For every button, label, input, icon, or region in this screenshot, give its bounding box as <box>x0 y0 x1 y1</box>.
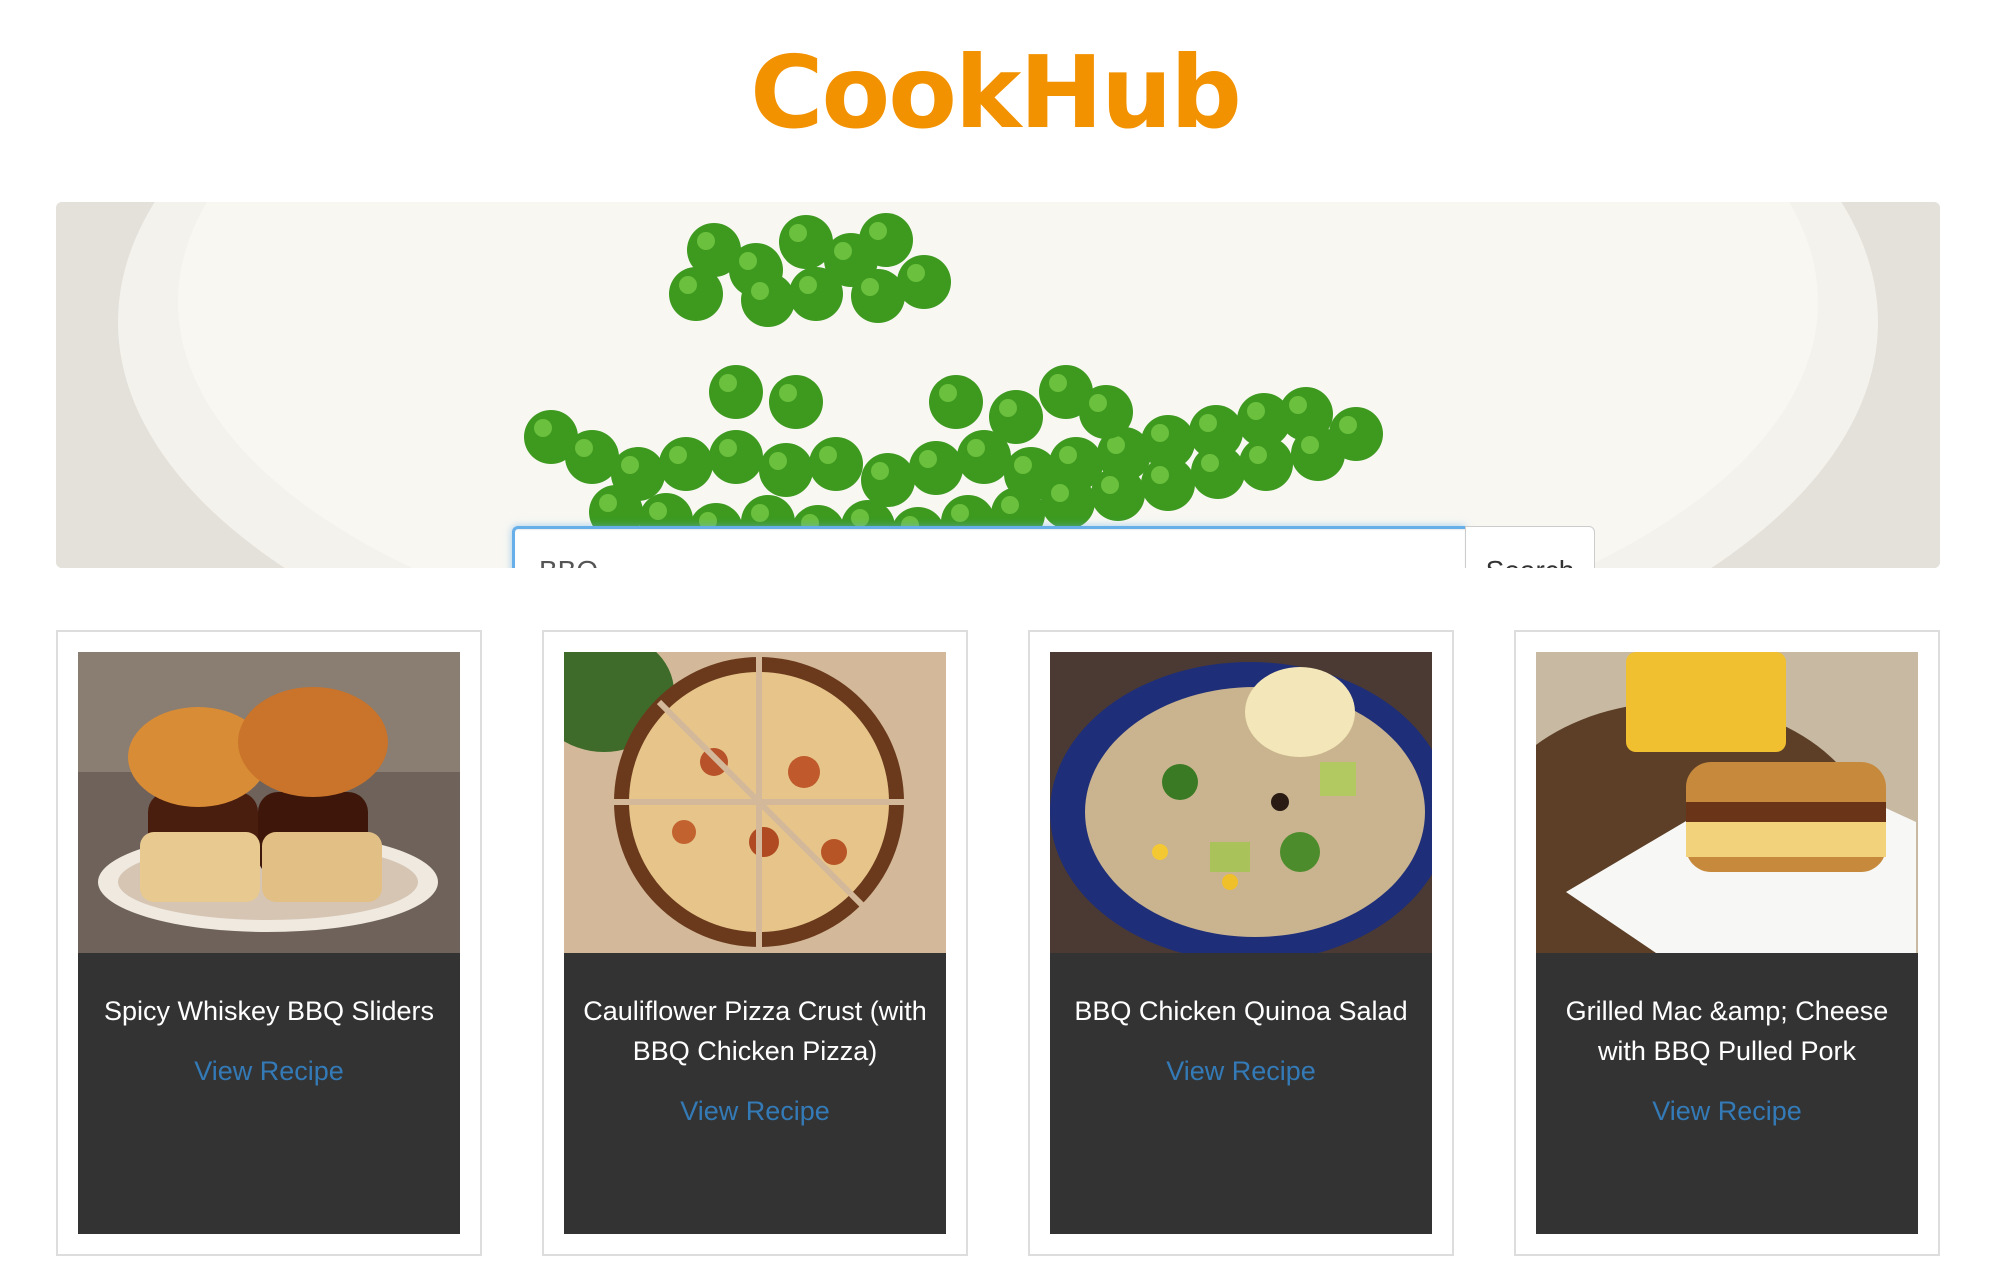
hero-banner: Search <box>56 202 1940 568</box>
hero-peas-image <box>56 202 1940 568</box>
recipe-card: Grilled Mac &amp; Cheese with BBQ Pulled… <box>1514 630 1940 1256</box>
search-input[interactable] <box>512 526 1465 568</box>
recipe-image[interactable] <box>78 652 460 953</box>
recipe-grid: Spicy Whiskey BBQ Sliders View Recipe Ca… <box>56 630 1940 1256</box>
view-recipe-link[interactable]: View Recipe <box>1166 1051 1316 1091</box>
recipe-title: BBQ Chicken Quinoa Salad <box>1074 996 1408 1026</box>
view-recipe-link[interactable]: View Recipe <box>1652 1091 1802 1131</box>
recipe-title: Grilled Mac &amp; Cheese with BBQ Pulled… <box>1565 996 1889 1066</box>
search-button[interactable]: Search <box>1465 526 1595 568</box>
view-recipe-link[interactable]: View Recipe <box>680 1091 830 1131</box>
search-bar: Search <box>512 526 1595 568</box>
recipe-card: Spicy Whiskey BBQ Sliders View Recipe <box>56 630 482 1256</box>
recipe-title: Cauliflower Pizza Crust (with BBQ Chicke… <box>583 996 927 1066</box>
view-recipe-link[interactable]: View Recipe <box>194 1051 344 1091</box>
recipe-image[interactable] <box>564 652 946 953</box>
cookhub-logo[interactable]: CookHub <box>0 38 1990 148</box>
recipe-card: Cauliflower Pizza Crust (with BBQ Chicke… <box>542 630 968 1256</box>
recipe-image[interactable] <box>1050 652 1432 953</box>
recipe-image[interactable] <box>1536 652 1918 953</box>
recipe-card: BBQ Chicken Quinoa Salad View Recipe <box>1028 630 1454 1256</box>
recipe-title: Spicy Whiskey BBQ Sliders <box>103 996 435 1026</box>
